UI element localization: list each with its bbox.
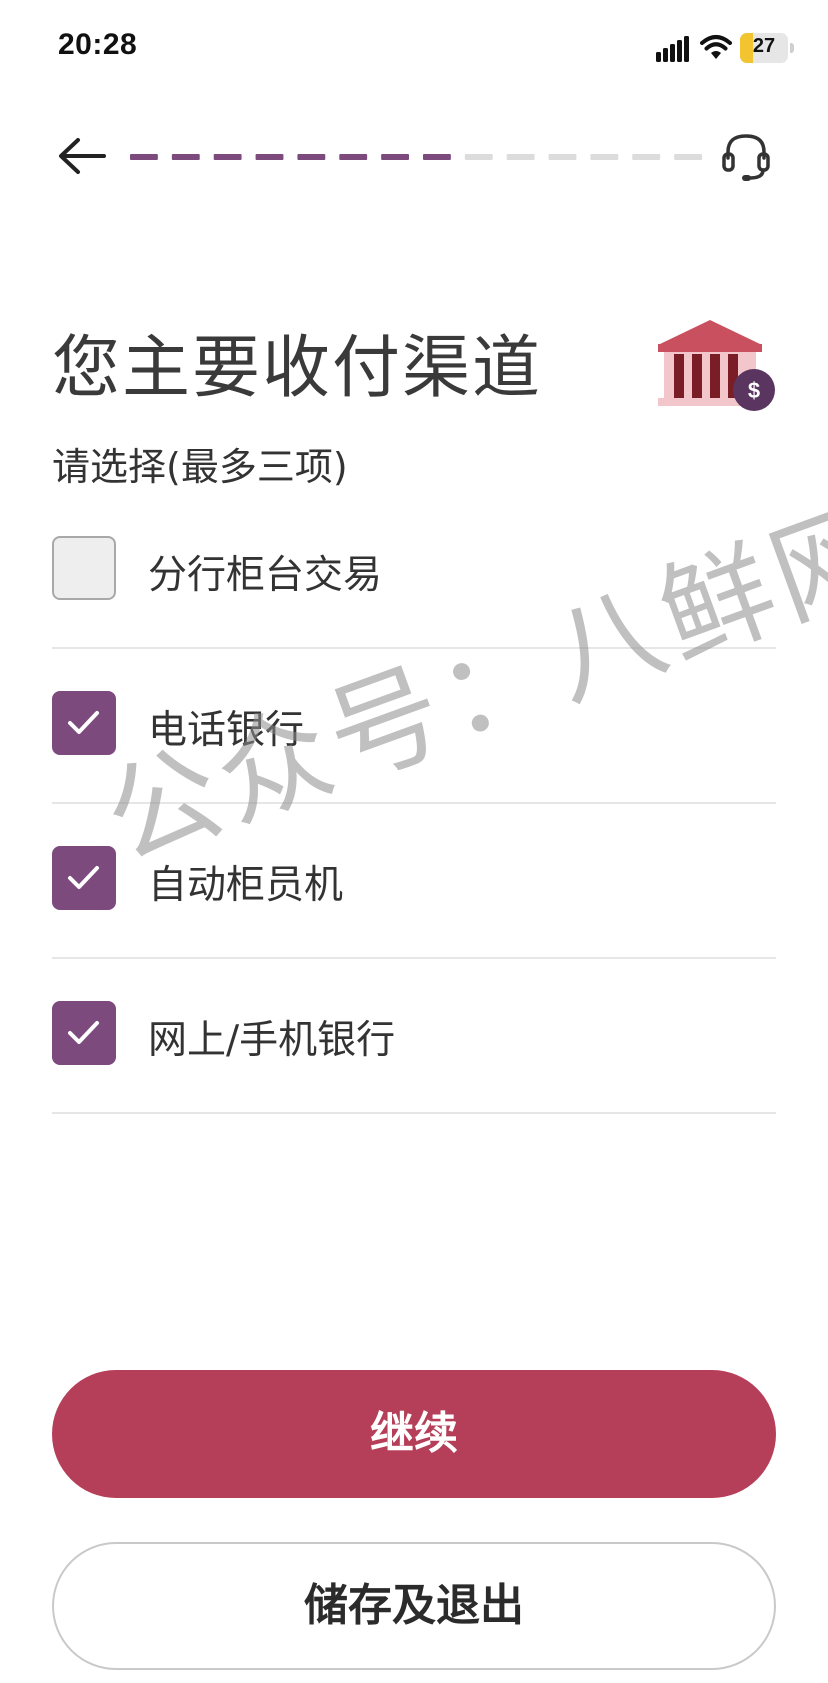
status-time: 20:28 (58, 28, 138, 61)
option-atm[interactable]: 自动柜员机 (52, 804, 776, 959)
progress-segment-todo (464, 154, 493, 160)
option-label: 网上/手机银行 (148, 1018, 396, 1063)
battery-level: 27 (752, 35, 776, 57)
battery-body: 27 (740, 33, 788, 63)
headset-icon[interactable] (720, 130, 772, 184)
option-label: 自动柜员机 (148, 863, 344, 908)
progress-segments (130, 154, 702, 160)
option-label: 分行柜台交易 (148, 553, 383, 598)
progress-segment-todo (632, 154, 661, 160)
progress-segment-done (255, 154, 284, 160)
option-branch-counter[interactable]: 分行柜台交易 (52, 494, 776, 649)
checkbox[interactable] (52, 691, 116, 755)
checkbox[interactable] (52, 846, 116, 910)
wifi-icon (700, 33, 732, 61)
progress-bar (130, 154, 702, 160)
progress-segment-done (171, 154, 200, 160)
progress-segment-done (339, 154, 368, 160)
progress-segment-done (297, 154, 326, 160)
bank-building-dollar-icon: $ (656, 320, 776, 414)
page-title: 您主要收付渠道 (52, 329, 543, 408)
checkmark-icon (68, 1021, 99, 1044)
progress-segment-done (213, 154, 242, 160)
checkmark-icon (68, 866, 99, 889)
subtitle: 请选择(最多三项) (52, 445, 348, 489)
progress-segment-done (130, 154, 158, 160)
progress-segment-done (381, 154, 409, 160)
option-online-mobile-banking[interactable]: 网上/手机银行 (52, 959, 776, 1114)
progress-segment-todo (506, 154, 535, 160)
progress-segment-todo (590, 154, 619, 160)
battery-icon: 27 (740, 33, 794, 63)
checkbox[interactable] (52, 536, 116, 600)
option-label: 电话银行 (148, 708, 305, 753)
back-arrow-icon[interactable] (56, 134, 108, 178)
option-phone-banking[interactable]: 电话银行 (52, 649, 776, 804)
progress-segment-todo (674, 154, 702, 160)
save-and-exit-button[interactable]: 储存及退出 (52, 1542, 776, 1670)
signal-icon (656, 36, 690, 62)
checkbox[interactable] (52, 1001, 116, 1065)
continue-button[interactable]: 继续 (52, 1370, 776, 1498)
battery-tip (790, 43, 794, 53)
progress-segment-done (423, 154, 451, 160)
progress-segment-todo (548, 154, 577, 160)
status-bar: 20:28 27 (0, 0, 828, 100)
svg-text:$: $ (748, 378, 760, 403)
channel-options-list: 分行柜台交易 电话银行 自动柜员机 网上/手机银行 (52, 494, 776, 1114)
checkmark-icon (68, 711, 99, 734)
